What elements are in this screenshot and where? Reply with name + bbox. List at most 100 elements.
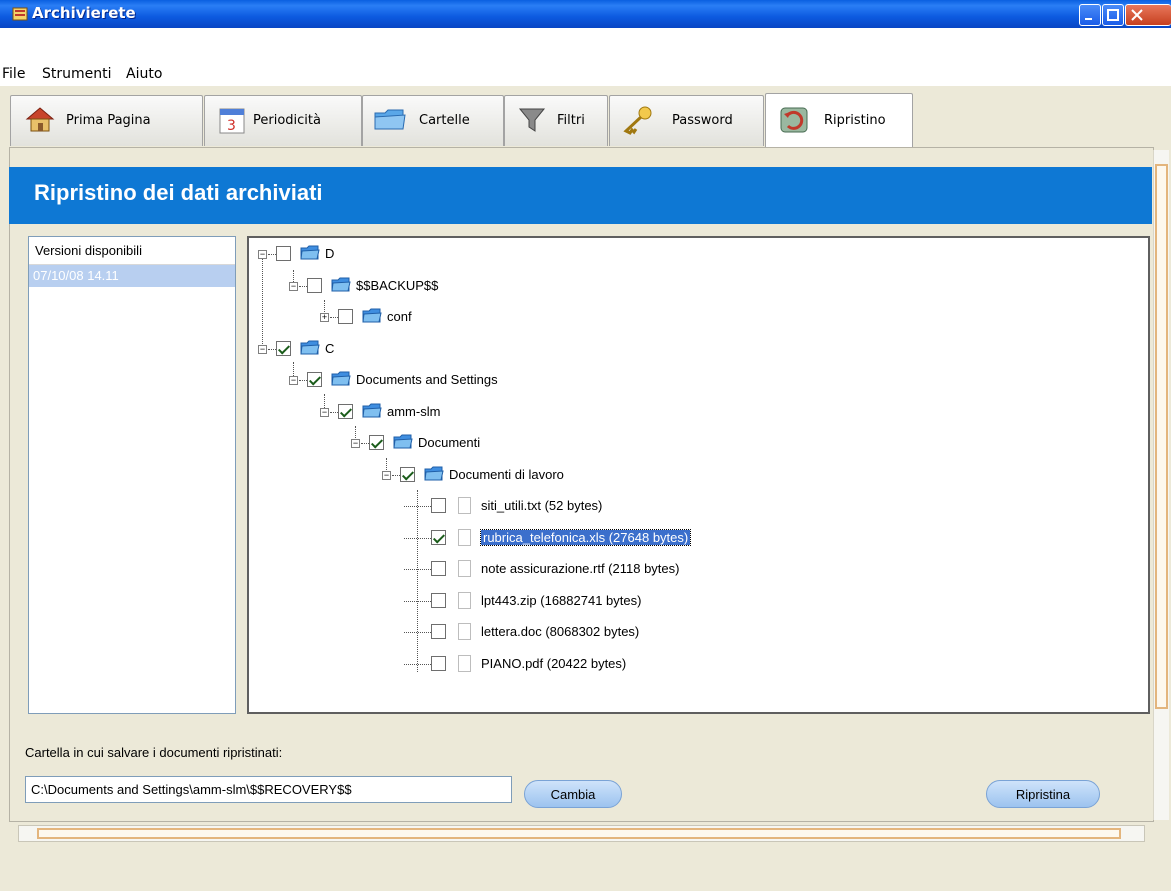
node-checkbox[interactable]: [369, 435, 384, 450]
page-title: Ripristino dei dati archiviati: [34, 180, 323, 205]
status-bar: [0, 848, 1171, 891]
tree-folder-node[interactable]: − Documenti: [349, 431, 949, 455]
tab-password[interactable]: Password: [609, 95, 764, 146]
tree-line: [392, 474, 400, 476]
node-checkbox[interactable]: [276, 340, 291, 356]
collapse-icon[interactable]: −: [289, 376, 298, 385]
menu-aiuto[interactable]: Aiuto: [126, 66, 162, 82]
file-icon: [458, 528, 471, 546]
tree-line: [404, 663, 431, 665]
tree-line: [299, 380, 307, 381]
tree-line: [404, 632, 431, 633]
restore-button[interactable]: Ripristina: [986, 780, 1100, 808]
node-label: PIANO.pdf (20422 bytes): [481, 655, 627, 671]
tree-line: [404, 506, 431, 507]
collapse-icon[interactable]: −: [351, 439, 360, 448]
app-window: Archivierete File Strumenti Aiuto Prima …: [0, 0, 1171, 891]
tree-line: [299, 285, 307, 287]
vertical-scrollbar[interactable]: [1153, 150, 1169, 820]
node-checkbox[interactable]: [431, 655, 446, 671]
restore-icon: [780, 107, 808, 133]
file-icon: [458, 654, 471, 672]
folder-icon: [331, 277, 351, 291]
funnel-icon: [518, 108, 546, 132]
tab-label: Password: [672, 113, 733, 128]
menu-file[interactable]: File: [2, 66, 25, 82]
tab-ripristino[interactable]: Ripristino: [765, 93, 913, 147]
node-label: $$BACKUP$$: [356, 277, 439, 293]
collapse-icon[interactable]: −: [320, 407, 329, 417]
node-label: Documents and Settings: [356, 372, 498, 387]
node-label: conf: [387, 309, 412, 324]
collapse-icon[interactable]: −: [289, 281, 298, 291]
key-icon: [623, 106, 652, 135]
close-button[interactable]: [1125, 4, 1171, 26]
node-checkbox[interactable]: [307, 277, 322, 293]
node-checkbox[interactable]: [307, 372, 322, 387]
file-icon: [458, 623, 471, 640]
tab-label: Ripristino: [824, 113, 886, 128]
tree-line: [404, 537, 431, 539]
tree-file-node[interactable]: siti_utili.txt (52 bytes): [404, 494, 1011, 518]
tree-folder-node[interactable]: − $$BACKUP$$: [287, 274, 887, 298]
file-icon: [458, 560, 471, 577]
node-label: siti_utili.txt (52 bytes): [481, 498, 603, 513]
tree-folder-node[interactable]: − Documenti di lavoro: [380, 463, 980, 487]
maximize-button[interactable]: [1102, 4, 1124, 26]
destination-path-field[interactable]: C:\Documents and Settings\amm-slm\$$RECO…: [25, 776, 512, 803]
version-item[interactable]: 07/10/08 14.11: [29, 265, 235, 287]
collapse-icon[interactable]: −: [258, 250, 267, 259]
node-checkbox[interactable]: [338, 403, 353, 419]
tree-file-node[interactable]: PIANO.pdf (20422 bytes): [404, 652, 1011, 676]
folder-icon: [393, 434, 413, 449]
node-checkbox[interactable]: [431, 498, 446, 513]
maximize-icon: [1107, 9, 1119, 21]
tab-cartelle[interactable]: Cartelle: [362, 95, 504, 146]
tab-periodicita[interactable]: 3 Periodicità: [204, 95, 362, 146]
menu-strumenti[interactable]: Strumenti: [42, 66, 112, 82]
tree-file-node[interactable]: lpt443.zip (16882741 bytes): [404, 589, 1011, 613]
node-label: Documenti: [418, 435, 481, 450]
tab-filtri[interactable]: Filtri: [504, 95, 608, 146]
tree-file-node[interactable]: lettera.doc (8068302 bytes): [404, 620, 1011, 644]
folder-icon: [374, 109, 406, 130]
collapse-icon[interactable]: −: [258, 344, 267, 354]
tree-folder-node[interactable]: − D: [256, 242, 856, 266]
svg-text:3: 3: [227, 118, 236, 134]
node-checkbox[interactable]: [400, 466, 415, 482]
tab-label: Filtri: [557, 113, 585, 128]
file-icon: [458, 591, 471, 609]
node-checkbox[interactable]: [431, 561, 446, 576]
tree-line: [330, 411, 338, 413]
tree-folder-node[interactable]: − C: [256, 337, 856, 361]
change-button[interactable]: Cambia: [524, 780, 622, 808]
tree-file-node[interactable]: note assicurazione.rtf (2118 bytes): [404, 557, 1011, 581]
collapse-icon[interactable]: −: [382, 470, 391, 480]
minimize-button[interactable]: [1079, 4, 1101, 26]
tree-file-node[interactable]: rubrica_telefonica.xls (27648 bytes): [404, 526, 1011, 550]
node-checkbox[interactable]: [276, 246, 291, 261]
scroll-thumb[interactable]: [1155, 164, 1168, 709]
tab-label: Cartelle: [419, 113, 470, 128]
folder-icon: [424, 466, 444, 480]
node-checkbox[interactable]: [431, 529, 446, 545]
scroll-thumb[interactable]: [37, 828, 1121, 839]
node-label: lettera.doc (8068302 bytes): [481, 624, 640, 639]
node-checkbox[interactable]: [338, 309, 353, 324]
versions-list[interactable]: Versioni disponibili 07/10/08 14.11: [28, 236, 236, 714]
node-label: amm-slm: [387, 403, 441, 419]
node-label: Documenti di lavoro: [449, 466, 564, 482]
node-checkbox[interactable]: [431, 624, 446, 639]
minimize-icon: [1085, 18, 1092, 20]
tree-folder-node[interactable]: − amm-slm: [318, 400, 918, 424]
close-icon: [1131, 9, 1143, 21]
file-icon: [458, 497, 471, 514]
horizontal-scrollbar[interactable]: [18, 825, 1145, 842]
expand-icon[interactable]: +: [320, 313, 329, 322]
tree-folder-node[interactable]: − Documents and Settings: [287, 368, 887, 392]
destination-label: Cartella in cui salvare i documenti ripr…: [25, 745, 283, 760]
tree-folder-node[interactable]: + conf: [318, 305, 918, 329]
title-bar: Archivierete: [0, 0, 1171, 28]
node-checkbox[interactable]: [431, 592, 446, 608]
tab-prima-pagina[interactable]: Prima Pagina: [10, 95, 203, 146]
